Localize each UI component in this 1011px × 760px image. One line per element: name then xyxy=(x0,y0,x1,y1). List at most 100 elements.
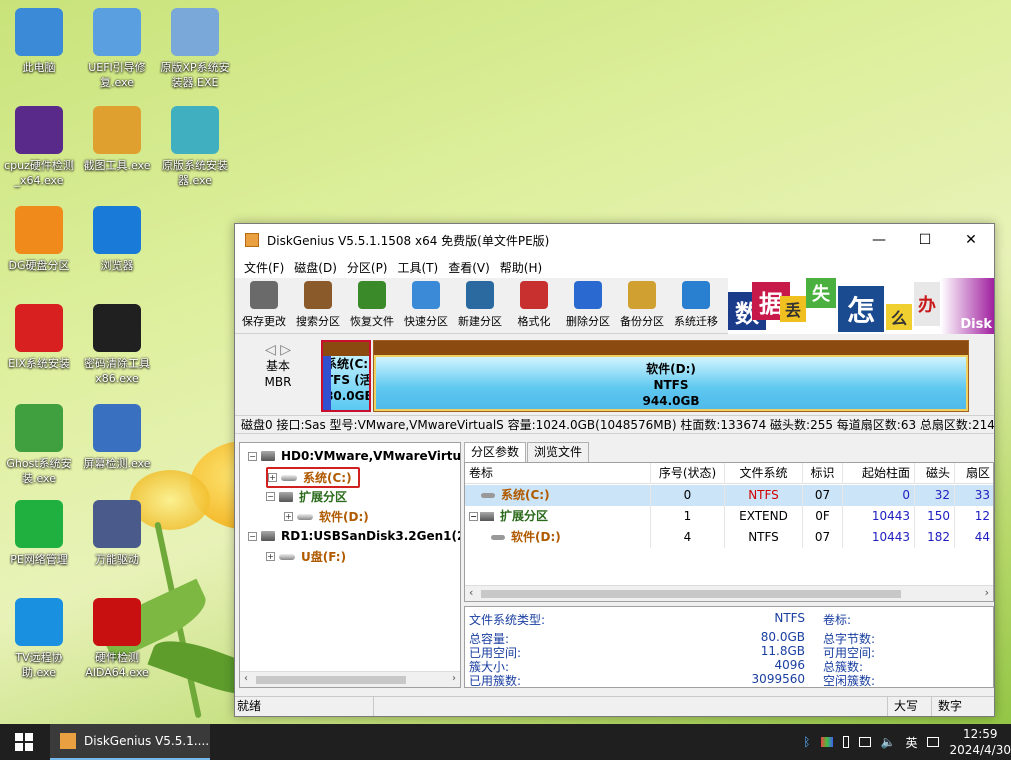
tree-expander[interactable]: − xyxy=(248,451,257,461)
col-header[interactable]: 起始柱面 xyxy=(843,463,915,484)
status-ready: 就绪 xyxy=(237,699,262,713)
tab-partition-params[interactable]: 分区参数 xyxy=(464,442,527,462)
toolbar-button[interactable]: 恢复文件 xyxy=(345,278,399,332)
tree-node-f[interactable]: + U盘(F:) xyxy=(266,548,346,565)
desktop-icon[interactable]: 此电脑 xyxy=(4,8,74,75)
clock[interactable]: 12:59 2024/4/30 xyxy=(949,726,1011,758)
tree-node-hd0[interactable]: − HD0:VMware,VMwareVirtu xyxy=(248,449,460,463)
desktop-icon[interactable]: 屏幕检测.exe xyxy=(82,404,152,471)
col-header[interactable]: 标识 xyxy=(803,463,843,484)
toolbar-button[interactable]: 删除分区 xyxy=(561,278,615,332)
disk-info-line: 磁盘0 接口:Sas 型号:VMware,VMwareVirtualS 容量:1… xyxy=(235,416,994,434)
toolbar-button[interactable]: 格式化 xyxy=(507,278,561,332)
tree-expander[interactable]: − xyxy=(469,512,478,521)
close-button[interactable]: ✕ xyxy=(948,224,994,256)
partition-block-d[interactable]: 软件(D:) NTFS 944.0GB xyxy=(373,340,969,412)
disk-map: ◁ ▷ 基本 MBR 系统(C: TFS (活 80.0GB 软件(D:) NT… xyxy=(235,334,994,416)
toolbar-button[interactable]: 新建分区 xyxy=(453,278,507,332)
menu-partition[interactable]: 分区(P) xyxy=(342,259,393,276)
scroll-right-icon[interactable]: › xyxy=(985,586,989,599)
col-header[interactable]: 扇区 xyxy=(955,463,993,484)
menu-help[interactable]: 帮助(H) xyxy=(495,259,547,276)
tree-horizontal-scrollbar[interactable]: ‹ › xyxy=(240,671,460,687)
scroll-left-icon[interactable]: ‹ xyxy=(469,586,473,599)
desktop-icon[interactable]: 原版XP系统安装器.EXE xyxy=(160,8,230,90)
desktop-icon[interactable]: PE网络管理 xyxy=(4,500,74,567)
table-row[interactable]: 软件(D:) 4 NTFS 07 10443 182 44 xyxy=(465,527,993,548)
desktop-icon[interactable]: 硬件检测AIDA64.exe xyxy=(82,598,152,680)
toolbar-button[interactable]: 搜索分区 xyxy=(291,278,345,332)
toolbar-icon xyxy=(628,281,656,309)
row-label: 扩展分区 xyxy=(500,509,549,523)
scroll-thumb[interactable] xyxy=(256,676,406,684)
desktop-icon[interactable]: TV远程协助.exe xyxy=(4,598,74,680)
tab-browse-files[interactable]: 浏览文件 xyxy=(527,442,590,462)
usb-icon[interactable] xyxy=(842,736,849,748)
table-horizontal-scrollbar[interactable]: ‹ › xyxy=(465,585,993,601)
col-header[interactable]: 卷标 xyxy=(465,463,651,484)
desktop-icon[interactable]: Ghost系统安装.exe xyxy=(4,404,74,486)
desktop-icon-label: DG硬盘分区 xyxy=(8,259,70,272)
tree-expander[interactable]: + xyxy=(266,552,275,561)
desktop-icon[interactable]: EIX系统安装 xyxy=(4,304,74,371)
menu-file[interactable]: 文件(F) xyxy=(239,259,289,276)
desktop-icon[interactable]: cpuz硬件检测_x64.exe xyxy=(4,106,74,188)
toolbar-button[interactable]: 系统迁移 xyxy=(669,278,723,332)
tree-node-extended[interactable]: − 扩展分区 xyxy=(266,488,347,505)
banner-disk-text: Disk xyxy=(960,317,992,332)
partition-usage-bar xyxy=(323,356,331,410)
minimize-button[interactable]: — xyxy=(856,224,902,256)
scroll-thumb[interactable] xyxy=(481,590,901,598)
bluetooth-icon[interactable]: ᛒ xyxy=(803,735,810,749)
toolbar-button[interactable]: 保存更改 xyxy=(237,278,291,332)
maximize-button[interactable]: ☐ xyxy=(902,224,948,256)
status-num: 数字 xyxy=(931,697,975,716)
tree-expander[interactable]: − xyxy=(266,492,275,501)
ime-indicator[interactable]: 英 xyxy=(905,734,917,751)
app-icon xyxy=(93,404,141,452)
start-button[interactable] xyxy=(0,724,48,760)
tree-node-d[interactable]: + 软件(D:) xyxy=(284,508,369,525)
desktop-icon-label: 截图工具.exe xyxy=(83,159,151,172)
tree-node-rd1[interactable]: − RD1:USBSanDisk3.2Gen1(2 xyxy=(248,529,460,543)
desktop-icon[interactable]: DG硬盘分区 xyxy=(4,206,74,273)
table-row[interactable]: − 扩展分区 1 EXTEND 0F 10443 150 12 xyxy=(465,506,993,527)
partition-block-c[interactable]: 系统(C: TFS (活 80.0GB xyxy=(321,340,371,412)
col-header[interactable]: 磁头 xyxy=(915,463,955,484)
col-header[interactable]: 序号(状态) xyxy=(651,463,725,484)
desktop-icon[interactable]: 密码清除工具x86.exe xyxy=(82,304,152,386)
desktop-icon[interactable]: UEFI引导修复.exe xyxy=(82,8,152,90)
ad-banner[interactable]: 数 据 丢 失 怎 么 办 Disk xyxy=(728,278,994,334)
table-header: 卷标 序号(状态) 文件系统 标识 起始柱面 磁头 扇区 xyxy=(465,463,993,484)
cell-fs: EXTEND xyxy=(725,506,803,527)
title-bar[interactable]: DiskGenius V5.5.1.1508 x64 免费版(单文件PE版) —… xyxy=(235,224,994,256)
tree-node-c[interactable]: + 系统(C:) xyxy=(266,467,360,488)
display-icon[interactable] xyxy=(820,737,833,747)
menu-disk[interactable]: 磁盘(D) xyxy=(289,259,342,276)
status-bar: 就绪 大写 数字 xyxy=(235,696,994,716)
cell-name: 系统(C:) xyxy=(465,485,651,506)
scroll-right-icon[interactable]: › xyxy=(452,673,456,684)
toolbar-button[interactable]: 备份分区 xyxy=(615,278,669,332)
menu-tools[interactable]: 工具(T) xyxy=(393,259,444,276)
desktop-icon[interactable]: 万能驱动 xyxy=(82,500,152,567)
scroll-left-icon[interactable]: ‹ xyxy=(244,673,248,684)
tree-expander[interactable]: + xyxy=(268,473,277,482)
desktop-icon[interactable]: 原版系统安装器.exe xyxy=(160,106,230,188)
desktop-icon[interactable]: 浏览器 xyxy=(82,206,152,273)
volume-icon[interactable]: 🔈 xyxy=(881,735,896,749)
toolbar-icon xyxy=(682,281,710,309)
taskbar-app-diskgenius[interactable]: DiskGenius V5.5.1.... xyxy=(50,724,210,760)
table-row[interactable]: 系统(C:) 0 NTFS 07 0 32 33 xyxy=(465,485,993,506)
keyboard-icon[interactable] xyxy=(927,737,940,747)
tree-expander[interactable]: + xyxy=(284,512,293,521)
disk-nav-arrows[interactable]: ◁ ▷ xyxy=(235,342,321,358)
col-header[interactable]: 文件系统 xyxy=(725,463,803,484)
menu-view[interactable]: 查看(V) xyxy=(443,259,495,276)
desktop-icon[interactable]: 截图工具.exe xyxy=(82,106,152,173)
tree-expander[interactable]: − xyxy=(248,531,257,541)
toolbar-icon xyxy=(574,281,602,309)
cell-name: − 扩展分区 xyxy=(465,506,651,527)
network-icon[interactable] xyxy=(858,737,871,747)
toolbar-button[interactable]: 快速分区 xyxy=(399,278,453,332)
